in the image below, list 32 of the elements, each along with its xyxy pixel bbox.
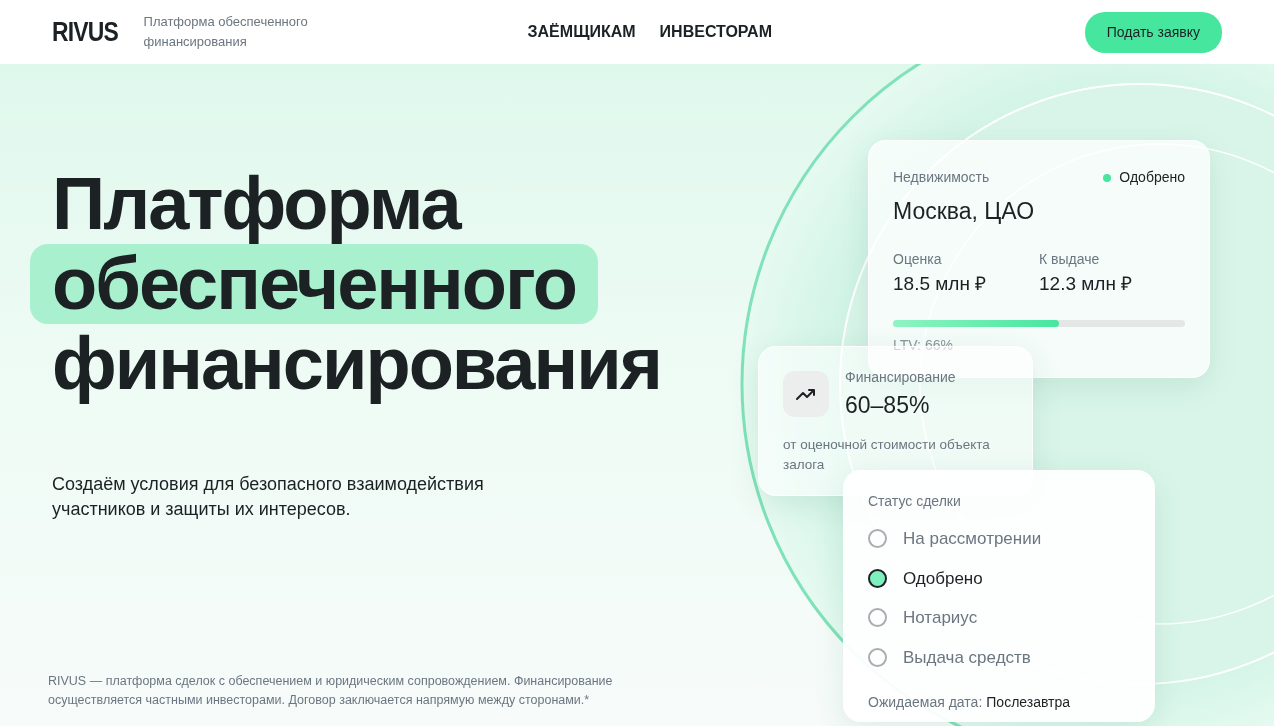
heading-line: Платформа xyxy=(51,164,462,244)
nav-link[interactable]: ЗАЁМЩИКАМ xyxy=(527,20,636,44)
stat-label: К выдаче xyxy=(1039,249,1101,269)
category-label: Недвижимость xyxy=(893,168,990,187)
radio-button[interactable] xyxy=(868,608,887,628)
apply-button[interactable]: Подать заявку xyxy=(1084,11,1222,53)
stat-value: 12.3 млн ₽ xyxy=(1039,271,1134,296)
subtitle: Создаём условия для безопасного взаимодействия участников и защиты их интересов. xyxy=(52,473,485,521)
date-value: Послезавтра xyxy=(986,693,1071,712)
radio-button[interactable] xyxy=(868,529,887,549)
financing-range: 60–85% xyxy=(845,391,931,420)
location-title: Москва, ЦАО xyxy=(893,197,1036,226)
date-label: Ожидаемая дата: xyxy=(868,693,983,712)
stat-label: Оценка xyxy=(893,249,943,269)
heading-line: финансирования xyxy=(51,324,662,404)
nav-link[interactable]: ИНВЕСТОРАМ xyxy=(659,20,772,44)
financing-note: от оценочной стоимости объекта залога xyxy=(783,435,991,474)
step-label: Выдача средств xyxy=(903,646,1031,669)
step-label: Нотариус xyxy=(903,607,978,629)
status-dot xyxy=(1103,173,1112,182)
disclaimer-text: RIVUS — платформа сделок с обеспечением и юридическим сопровождением. Финансирование осуществляется частными инвесторами. Договор заключается напрямую между сторонами.* xyxy=(48,673,614,709)
radio-button[interactable] xyxy=(868,647,887,667)
logo[interactable]: RIVUS xyxy=(52,11,118,53)
step-label: На рассмотрении xyxy=(903,528,1042,550)
status-label: Одобрено xyxy=(1119,168,1185,187)
radio-button[interactable] xyxy=(868,568,887,588)
status-card-title: Статус сделки xyxy=(868,492,962,511)
tagline: Платформа обеспеченного финансирования xyxy=(143,13,309,51)
stat-value: 18.5 млн ₽ xyxy=(893,271,988,296)
trend-chart-icon xyxy=(783,371,829,417)
financing-label: Финансирование xyxy=(845,368,956,387)
step-label: Одобрено xyxy=(903,567,983,590)
